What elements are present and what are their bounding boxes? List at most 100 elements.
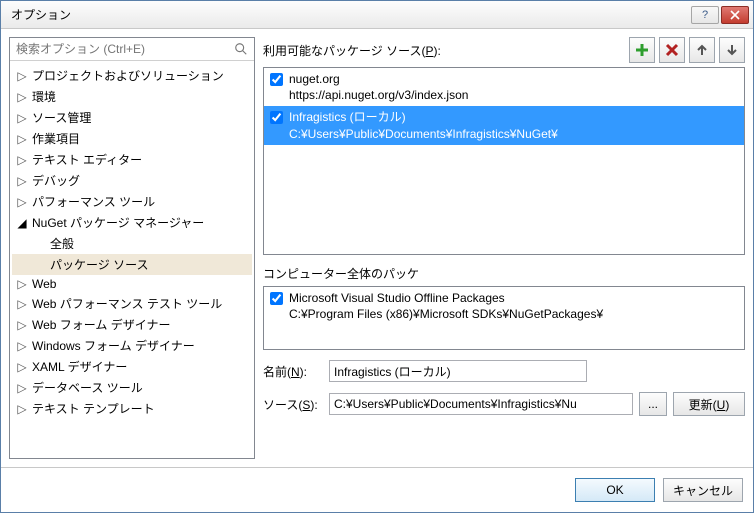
remove-source-button[interactable] [659, 37, 685, 63]
available-sources-label: 利用可能なパッケージ ソース(P): [263, 42, 629, 59]
chevron-right-icon[interactable]: ▷ [16, 318, 28, 332]
source-item[interactable]: nuget.orghttps://api.nuget.org/v3/index.… [264, 68, 744, 106]
name-field[interactable] [329, 360, 587, 382]
tree-item[interactable]: 全般 [12, 233, 252, 254]
source-row: ソース(S): ... 更新(U) [263, 392, 745, 416]
name-row: 名前(N): [263, 360, 745, 382]
options-tree[interactable]: ▷ プロジェクトおよびソリューション ▷ 環境 ▷ ソース管理 ▷ 作業項目 ▷ テキスト エディ… [10, 61, 254, 458]
chevron-right-icon[interactable]: ▷ [16, 402, 28, 416]
tree-item[interactable]: ▷ 環境 [12, 86, 252, 107]
tree-item-label: Web フォーム デザイナー [32, 316, 171, 333]
ok-button[interactable]: OK [575, 478, 655, 502]
available-sources-list[interactable]: nuget.orghttps://api.nuget.org/v3/index.… [263, 67, 745, 255]
move-up-button[interactable] [689, 37, 715, 63]
source-toolbar [629, 37, 745, 63]
close-icon [730, 10, 740, 20]
search-icon [234, 42, 248, 56]
tree-item-label: 作業項目 [32, 130, 80, 147]
source-name: Infragistics (ローカル) [289, 109, 558, 125]
chevron-right-icon[interactable]: ▷ [16, 90, 28, 104]
source-item[interactable]: Microsoft Visual Studio Offline Packages… [264, 287, 744, 325]
cancel-button[interactable]: キャンセル [663, 478, 743, 502]
tree-item[interactable]: ▷ テキスト エディター [12, 149, 252, 170]
update-button[interactable]: 更新(U) [673, 392, 745, 416]
tree-item[interactable]: パッケージ ソース [12, 254, 252, 275]
window-buttons: ? [689, 6, 749, 24]
chevron-right-icon[interactable]: ▷ [16, 195, 28, 209]
tree-item[interactable]: ◢ NuGet パッケージ マネージャー [12, 212, 252, 233]
source-path: C:¥Users¥Public¥Documents¥Infragistics¥N… [289, 126, 558, 142]
window-title: オプション [11, 6, 689, 23]
right-pane: 利用可能なパッケージ ソース(P): [263, 37, 745, 459]
tree-item-label: NuGet パッケージ マネージャー [32, 214, 204, 231]
tree-item-label: パフォーマンス ツール [32, 193, 155, 210]
source-name: nuget.org [289, 71, 468, 87]
source-label: ソース(S): [263, 396, 323, 413]
source-name: Microsoft Visual Studio Offline Packages [289, 290, 603, 306]
tree-item[interactable]: ▷ Windows フォーム デザイナー [12, 335, 252, 356]
plus-icon [635, 43, 649, 57]
source-field[interactable] [329, 393, 633, 415]
content: ▷ プロジェクトおよびソリューション ▷ 環境 ▷ ソース管理 ▷ 作業項目 ▷ テキスト エディ… [1, 29, 753, 512]
arrow-up-icon [695, 43, 709, 57]
left-pane: ▷ プロジェクトおよびソリューション ▷ 環境 ▷ ソース管理 ▷ 作業項目 ▷ テキスト エディ… [9, 37, 255, 459]
tree-item-label: Windows フォーム デザイナー [32, 337, 195, 354]
tree-item-label: Web パフォーマンス テスト ツール [32, 295, 222, 312]
tree-item[interactable]: ▷ データベース ツール [12, 377, 252, 398]
tree-item-label: テキスト エディター [32, 151, 142, 168]
chevron-right-icon[interactable]: ▷ [16, 174, 28, 188]
name-label: 名前(N): [263, 363, 323, 380]
chevron-right-icon[interactable]: ▷ [16, 297, 28, 311]
main: ▷ プロジェクトおよびソリューション ▷ 環境 ▷ ソース管理 ▷ 作業項目 ▷ テキスト エディ… [1, 29, 753, 467]
tree-item-label: プロジェクトおよびソリューション [32, 67, 224, 84]
tree-item[interactable]: ▷ デバッグ [12, 170, 252, 191]
machine-sources-label: コンピューター全体のパッケ [263, 265, 745, 282]
source-checkbox[interactable] [270, 111, 283, 124]
help-button[interactable]: ? [691, 6, 719, 24]
add-source-button[interactable] [629, 37, 655, 63]
titlebar: オプション ? [1, 1, 753, 29]
chevron-right-icon[interactable]: ▷ [16, 111, 28, 125]
chevron-down-icon[interactable]: ◢ [16, 216, 28, 230]
tree-item[interactable]: ▷ 作業項目 [12, 128, 252, 149]
tree-item[interactable]: ▷ Web フォーム デザイナー [12, 314, 252, 335]
chevron-right-icon[interactable]: ▷ [16, 153, 28, 167]
chevron-right-icon[interactable]: ▷ [16, 381, 28, 395]
dialog-footer: OK キャンセル [1, 467, 753, 512]
source-path: C:¥Program Files (x86)¥Microsoft SDKs¥Nu… [289, 306, 603, 322]
chevron-right-icon[interactable]: ▷ [16, 360, 28, 374]
arrow-down-icon [725, 43, 739, 57]
tree-item-label: Web [32, 277, 56, 291]
tree-item[interactable]: ▷ テキスト テンプレート [12, 398, 252, 419]
tree-item-label: ソース管理 [32, 109, 91, 126]
browse-button[interactable]: ... [639, 392, 667, 416]
tree-item-label: パッケージ ソース [50, 256, 149, 273]
chevron-right-icon[interactable]: ▷ [16, 69, 28, 83]
tree-item[interactable]: ▷ XAML デザイナー [12, 356, 252, 377]
chevron-right-icon[interactable]: ▷ [16, 339, 28, 353]
tree-item-label: テキスト テンプレート [32, 400, 155, 417]
sources-header: 利用可能なパッケージ ソース(P): [263, 37, 745, 63]
chevron-right-icon[interactable]: ▷ [16, 277, 28, 291]
search-input[interactable] [16, 42, 230, 56]
tree-item[interactable]: ▷ Web パフォーマンス テスト ツール [12, 293, 252, 314]
tree-item[interactable]: ▷ プロジェクトおよびソリューション [12, 65, 252, 86]
tree-item-label: 環境 [32, 88, 56, 105]
close-button[interactable] [721, 6, 749, 24]
tree-item[interactable]: ▷ パフォーマンス ツール [12, 191, 252, 212]
chevron-right-icon[interactable]: ▷ [16, 132, 28, 146]
move-down-button[interactable] [719, 37, 745, 63]
tree-item[interactable]: ▷ ソース管理 [12, 107, 252, 128]
source-checkbox[interactable] [270, 292, 283, 305]
tree-item[interactable]: ▷ Web [12, 275, 252, 293]
tree-item-label: 全般 [50, 235, 74, 252]
source-item[interactable]: Infragistics (ローカル)C:¥Users¥Public¥Docum… [264, 106, 744, 144]
source-checkbox[interactable] [270, 73, 283, 86]
tree-item-label: XAML デザイナー [32, 358, 127, 375]
tree-item-label: データベース ツール [32, 379, 143, 396]
tree-item-label: デバッグ [32, 172, 80, 189]
source-path: https://api.nuget.org/v3/index.json [289, 87, 468, 103]
machine-sources-list[interactable]: Microsoft Visual Studio Offline Packages… [263, 286, 745, 350]
x-icon [665, 43, 679, 57]
search-box[interactable] [10, 38, 254, 61]
